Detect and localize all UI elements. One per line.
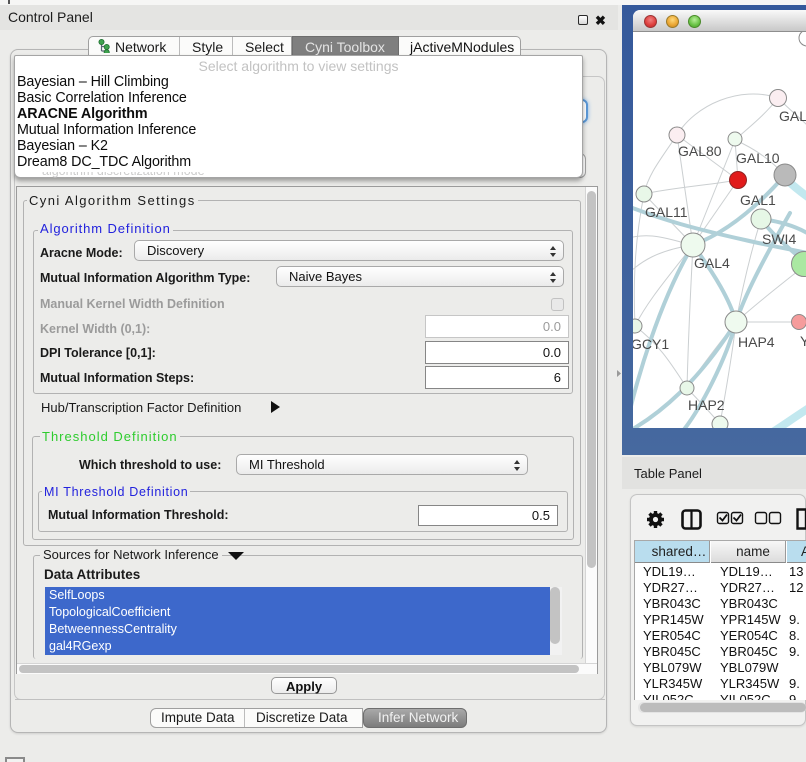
- svg-text:SWI4: SWI4: [762, 231, 796, 247]
- svg-text:GAL11: GAL11: [645, 204, 688, 220]
- svg-text:GAL4: GAL4: [694, 255, 730, 271]
- svg-text:GAL1: GAL1: [740, 192, 776, 208]
- svg-text:HAP2: HAP2: [688, 397, 725, 413]
- svg-text:GAL7: GAL7: [779, 108, 806, 124]
- svg-text:GAL80: GAL80: [678, 143, 722, 159]
- svg-text:HAP4: HAP4: [738, 334, 775, 350]
- svg-text:GCY1: GCY1: [633, 336, 669, 352]
- svg-text:Y: Y: [800, 333, 806, 349]
- svg-text:GAL10: GAL10: [736, 150, 780, 166]
